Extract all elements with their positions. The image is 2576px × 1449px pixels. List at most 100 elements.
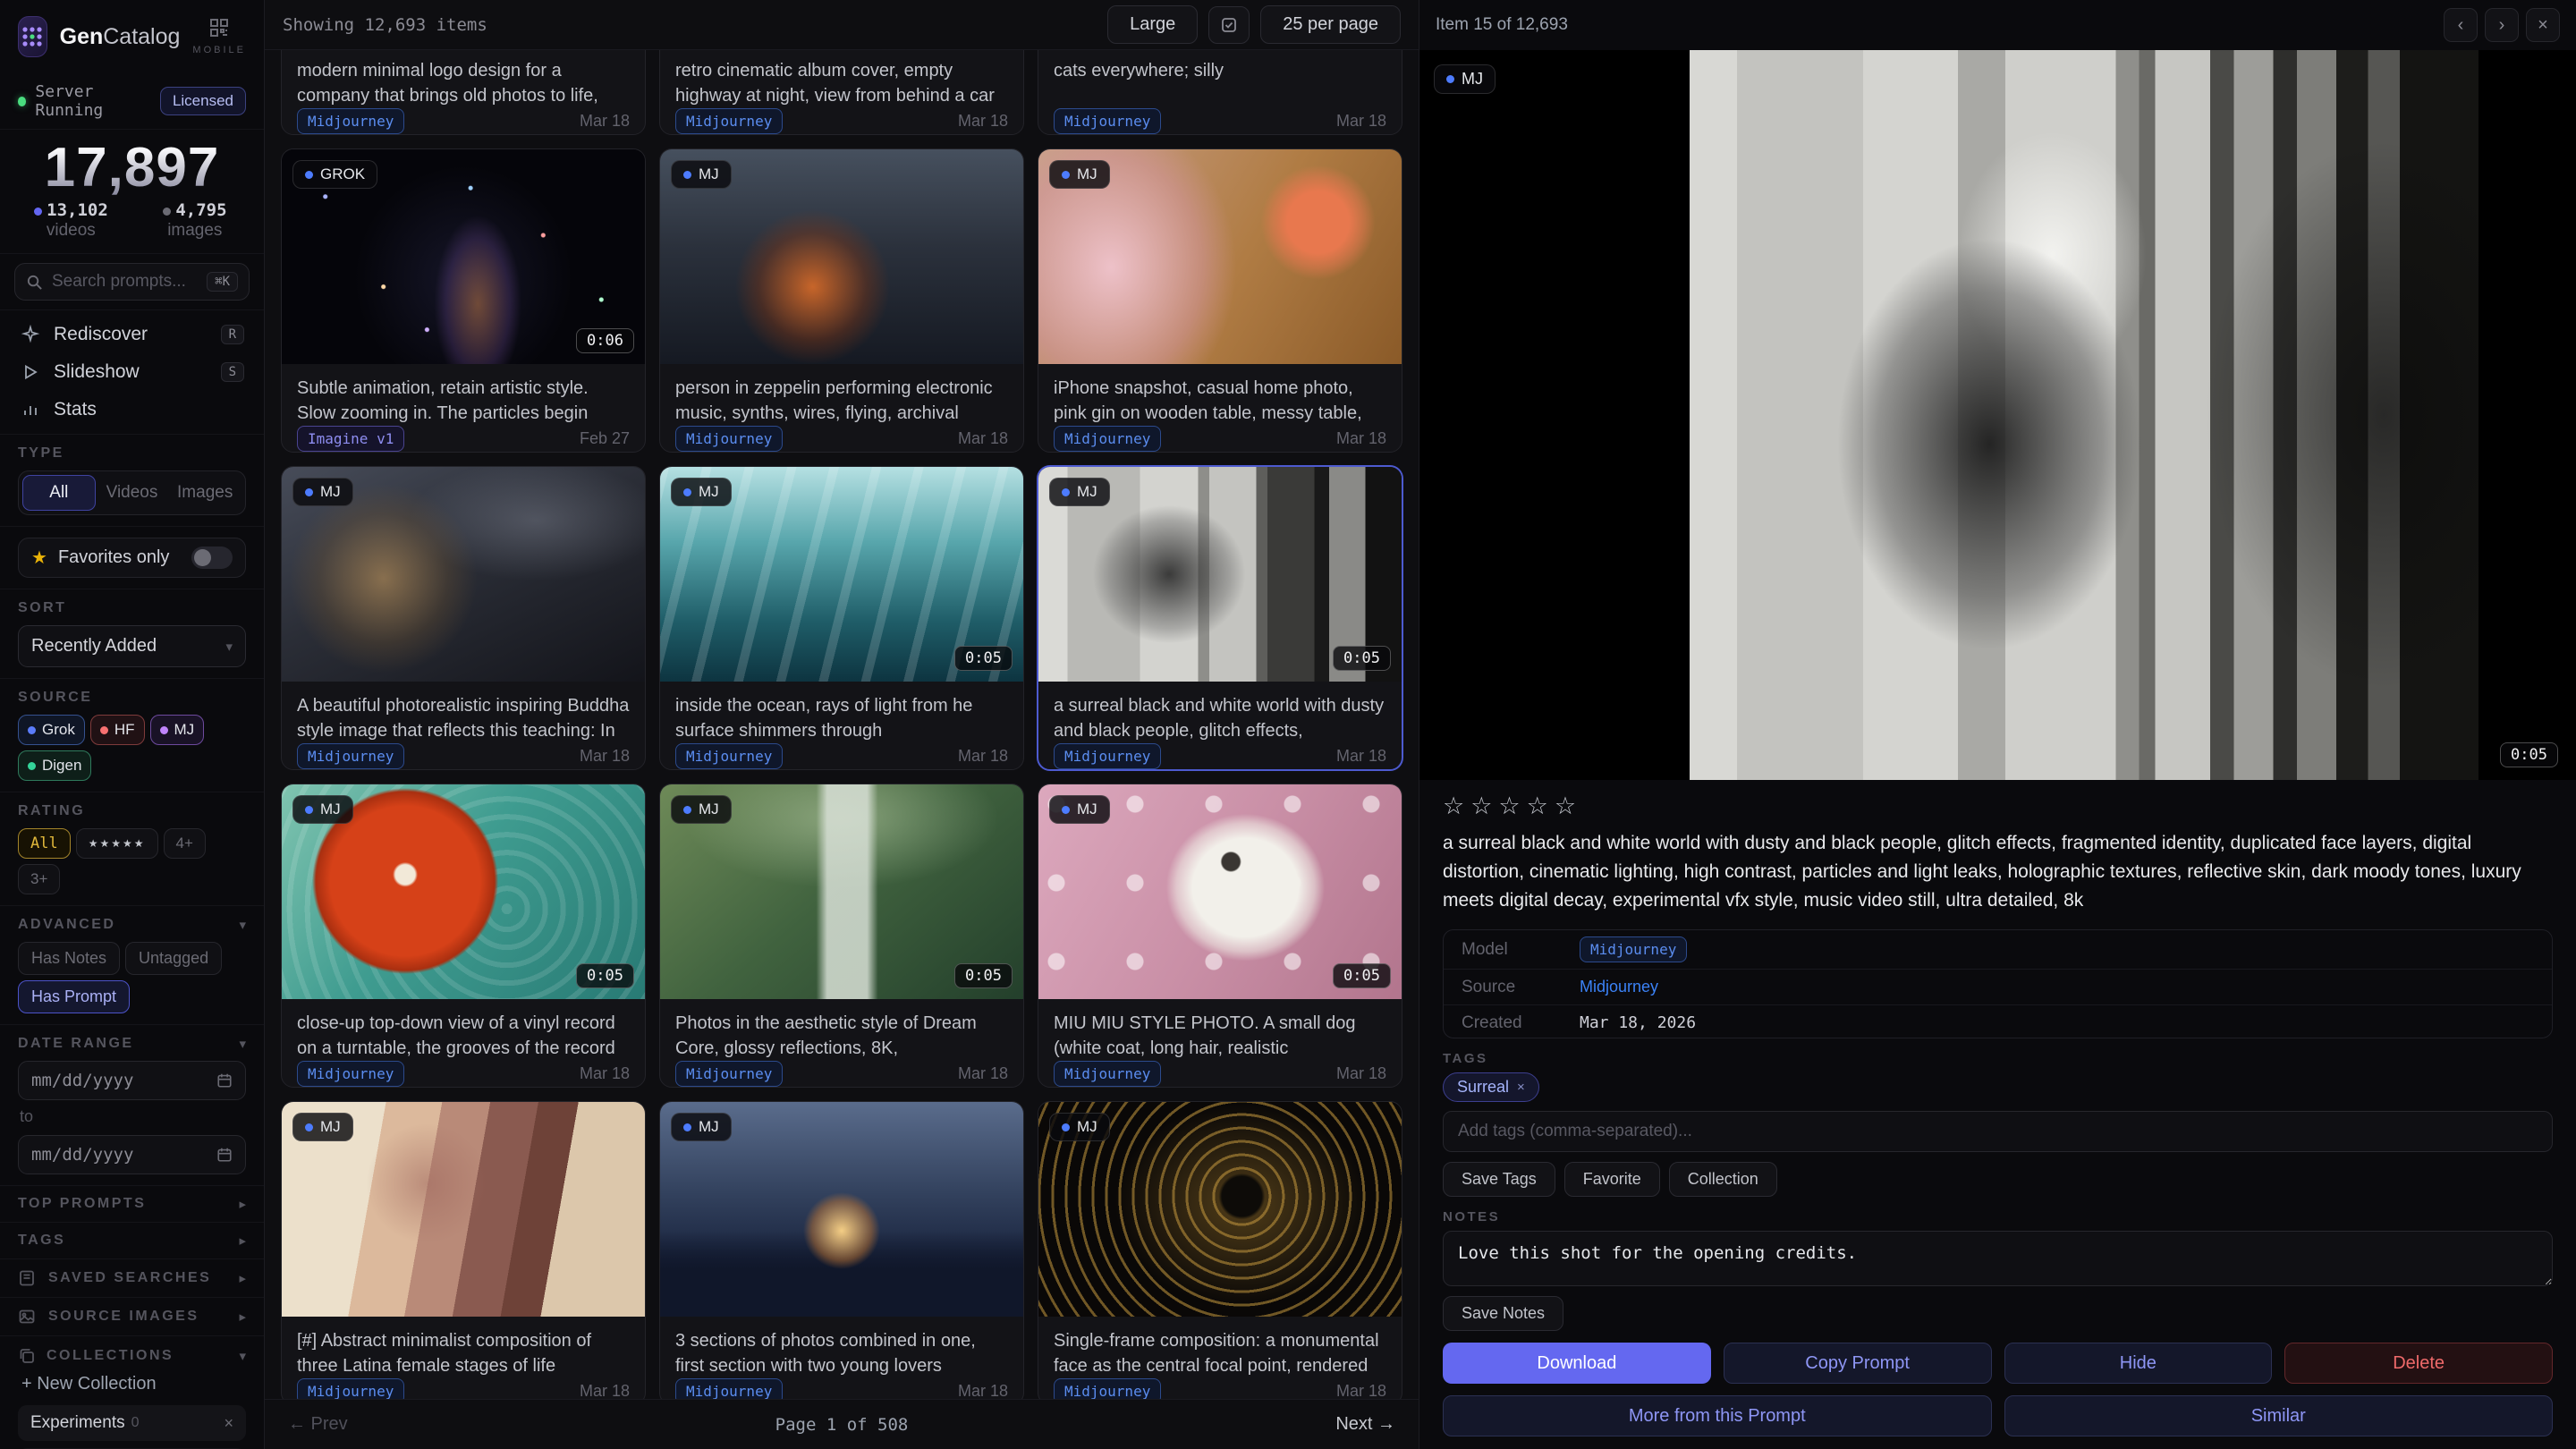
hide-button[interactable]: Hide bbox=[2004, 1343, 2273, 1384]
collapse-chevron-icon[interactable]: ▾ bbox=[239, 1036, 246, 1052]
sort-select[interactable]: Recently Added ▾ bbox=[18, 625, 246, 667]
video-player[interactable]: MJ 0:05 bbox=[1419, 50, 2576, 780]
next-item-button[interactable]: › bbox=[2485, 8, 2519, 42]
grid-card[interactable]: cats everywhere; sillyMidjourneyMar 18 bbox=[1038, 50, 1402, 135]
grid-card[interactable]: MJ[#] Abstract minimalist composition of… bbox=[281, 1101, 646, 1399]
advanced-chip-has-prompt[interactable]: Has Prompt bbox=[18, 980, 130, 1013]
per-page-button[interactable]: 25 per page bbox=[1260, 5, 1401, 44]
download-button[interactable]: Download bbox=[1443, 1343, 1711, 1384]
grid-card[interactable]: MJ0:05a surreal black and white world wi… bbox=[1038, 466, 1402, 770]
favorite-button[interactable]: Favorite bbox=[1564, 1162, 1660, 1197]
card-thumbnail-layered-silhouettes[interactable]: MJ bbox=[282, 1102, 645, 1317]
source-chip-grok[interactable]: Grok bbox=[18, 715, 85, 745]
source-chip-mj[interactable]: MJ bbox=[150, 715, 205, 745]
new-collection-button[interactable]: + New Collection bbox=[18, 1365, 246, 1398]
notes-textarea[interactable]: Love this shot for the opening credits. bbox=[1443, 1231, 2553, 1286]
grid-card[interactable]: MJ0:05close-up top-down view of a vinyl … bbox=[281, 784, 646, 1088]
card-thumbnail-vinyl-koi[interactable]: MJ0:05 bbox=[282, 784, 645, 999]
more-from-this-prompt-button[interactable]: More from this Prompt bbox=[1443, 1395, 1992, 1436]
card-thumbnail-dalmatian-dog[interactable]: MJ0:05 bbox=[1038, 784, 1402, 999]
thumbnail-size-button[interactable]: Large bbox=[1107, 5, 1198, 44]
sidebar-item-tags[interactable]: TAGS ▸ bbox=[0, 1223, 264, 1259]
card-caption-area: cats everywhere; sillyMidjourneyMar 18 bbox=[1038, 50, 1402, 135]
rating-stars[interactable]: ☆☆☆☆☆ bbox=[1443, 792, 2553, 820]
grid-card[interactable]: MJiPhone snapshot, casual home photo, pi… bbox=[1038, 148, 1402, 453]
rating-option-4+[interactable]: 4+ bbox=[164, 828, 206, 859]
card-thumbnail-dream-core[interactable]: MJ0:05 bbox=[660, 784, 1023, 999]
grid-card[interactable]: retro cinematic album cover, empty highw… bbox=[659, 50, 1024, 135]
nav-item-label: Rediscover bbox=[54, 324, 148, 345]
rating-option-5-stars[interactable]: ★★★★★ bbox=[76, 828, 158, 859]
date-from-input[interactable]: mm/dd/yyyy bbox=[18, 1061, 246, 1100]
add-tags-input[interactable] bbox=[1443, 1111, 2553, 1152]
favorites-only-toggle-row[interactable]: ★ Favorites only bbox=[18, 538, 246, 578]
sidebar-item-stats[interactable]: Stats bbox=[9, 391, 255, 428]
grid-toolbar: Showing 12,693 items Large 25 per page bbox=[265, 0, 1419, 50]
source-chip-label: HF bbox=[114, 721, 135, 739]
sidebar-item-source-images[interactable]: SOURCE IMAGES ▸ bbox=[0, 1298, 264, 1336]
grid-card[interactable]: MJperson in zeppelin performing electron… bbox=[659, 148, 1024, 453]
remove-tag-icon[interactable]: × bbox=[1517, 1080, 1525, 1095]
source-chip-digen[interactable]: Digen bbox=[18, 750, 91, 781]
sidebar-item-top-prompts[interactable]: TOP PROMPTS ▸ bbox=[0, 1186, 264, 1223]
advanced-chip-has-notes[interactable]: Has Notes bbox=[18, 942, 120, 975]
rating-option-all[interactable]: All bbox=[18, 828, 71, 859]
card-grid-scroll-area[interactable]: modern minimal logo design for a company… bbox=[265, 50, 1419, 1399]
tag-chip-surreal[interactable]: Surreal× bbox=[1443, 1072, 1539, 1102]
sidebar-item-saved-searches[interactable]: SAVED SEARCHES ▸ bbox=[0, 1259, 264, 1298]
collapse-chevron-icon[interactable]: ▾ bbox=[239, 1348, 246, 1364]
card-thumbnail-gold-face[interactable]: MJ bbox=[1038, 1102, 1402, 1317]
type-option-images[interactable]: Images bbox=[168, 475, 242, 511]
sidebar-item-slideshow[interactable]: SlideshowS bbox=[9, 353, 255, 391]
card-caption: inside the ocean, rays of light from he … bbox=[675, 693, 1008, 743]
delete-button[interactable]: Delete bbox=[2284, 1343, 2553, 1384]
prev-item-button[interactable]: ‹ bbox=[2444, 8, 2478, 42]
duration-badge: 0:05 bbox=[1333, 963, 1391, 988]
select-mode-checkbox[interactable] bbox=[1208, 6, 1250, 44]
copy-prompt-button[interactable]: Copy Prompt bbox=[1724, 1343, 1992, 1384]
collapse-chevron-icon[interactable]: ▾ bbox=[239, 917, 246, 933]
grid-card[interactable]: MJ0:05 inside the ocean, rays of light fr… bbox=[659, 466, 1024, 770]
search-input[interactable] bbox=[52, 272, 198, 292]
sidebar-item-rediscover[interactable]: Rediscover R bbox=[9, 316, 255, 353]
favorites-only-toggle[interactable] bbox=[191, 547, 233, 569]
grid-card[interactable]: MJ0:05MIU MIU STYLE PHOTO. A small dog (… bbox=[1038, 784, 1402, 1088]
library-grid-panel: Showing 12,693 items Large 25 per page m… bbox=[265, 0, 1419, 1449]
remove-collection-icon[interactable]: × bbox=[224, 1414, 233, 1433]
grid-card[interactable]: MJ0:05Photos in the aesthetic style of D… bbox=[659, 784, 1024, 1088]
next-page-button[interactable]: Next → bbox=[1335, 1414, 1395, 1435]
shortcut-key-badge: R bbox=[221, 325, 244, 344]
mobile-qr-block[interactable]: MOBILE bbox=[192, 18, 246, 55]
source-dot bbox=[1446, 75, 1454, 83]
card-thumbnail-glitch-portrait[interactable]: MJ0:05 bbox=[1038, 467, 1402, 682]
type-option-all[interactable]: All bbox=[22, 475, 96, 511]
grid-card[interactable]: MJ3 sections of photos combined in one, … bbox=[659, 1101, 1024, 1399]
grid-card[interactable]: MJA beautiful photorealistic inspiring B… bbox=[281, 466, 646, 770]
collection-item[interactable]: Experiments0× bbox=[18, 1405, 246, 1441]
grid-card[interactable]: MJSingle-frame composition: a monumental… bbox=[1038, 1101, 1402, 1399]
collection-button[interactable]: Collection bbox=[1669, 1162, 1777, 1197]
source-link[interactable]: Midjourney bbox=[1580, 978, 1658, 996]
save-tags-button[interactable]: Save Tags bbox=[1443, 1162, 1555, 1197]
close-detail-button[interactable]: × bbox=[2526, 8, 2560, 42]
date-to-input[interactable]: mm/dd/yyyy bbox=[18, 1135, 246, 1174]
type-option-videos[interactable]: Videos bbox=[96, 475, 169, 511]
nav-item-label: Stats bbox=[54, 399, 97, 420]
search-box[interactable]: ⌘K bbox=[14, 263, 250, 301]
source-chip-hf[interactable]: HF bbox=[90, 715, 145, 745]
save-notes-button[interactable]: Save Notes bbox=[1443, 1296, 1563, 1331]
card-thumbnail-particle-starfield[interactable]: GROK0:06 bbox=[282, 149, 645, 364]
grid-card[interactable]: GROK0:06Subtle animation, retain artisti… bbox=[281, 148, 646, 453]
duration-badge: 0:05 bbox=[1333, 646, 1391, 671]
card-thumbnail-zeppelin-musician[interactable]: MJ bbox=[660, 149, 1023, 364]
card-thumbnail-buddha[interactable]: MJ bbox=[282, 467, 645, 682]
card-thumbnail-train-platform[interactable]: MJ bbox=[660, 1102, 1023, 1317]
advanced-chip-untagged[interactable]: Untagged bbox=[125, 942, 222, 975]
grid-card[interactable]: modern minimal logo design for a company… bbox=[281, 50, 646, 135]
card-thumbnail-ocean-rays[interactable]: MJ0:05 bbox=[660, 467, 1023, 682]
prev-page-button[interactable]: ← Prev bbox=[288, 1414, 348, 1435]
rating-option-3+[interactable]: 3+ bbox=[18, 864, 60, 894]
card-thumbnail-pink-gin[interactable]: MJ bbox=[1038, 149, 1402, 364]
card-footer: MidjourneyMar 18 bbox=[675, 1061, 1008, 1087]
similar-button[interactable]: Similar bbox=[2004, 1395, 2554, 1436]
